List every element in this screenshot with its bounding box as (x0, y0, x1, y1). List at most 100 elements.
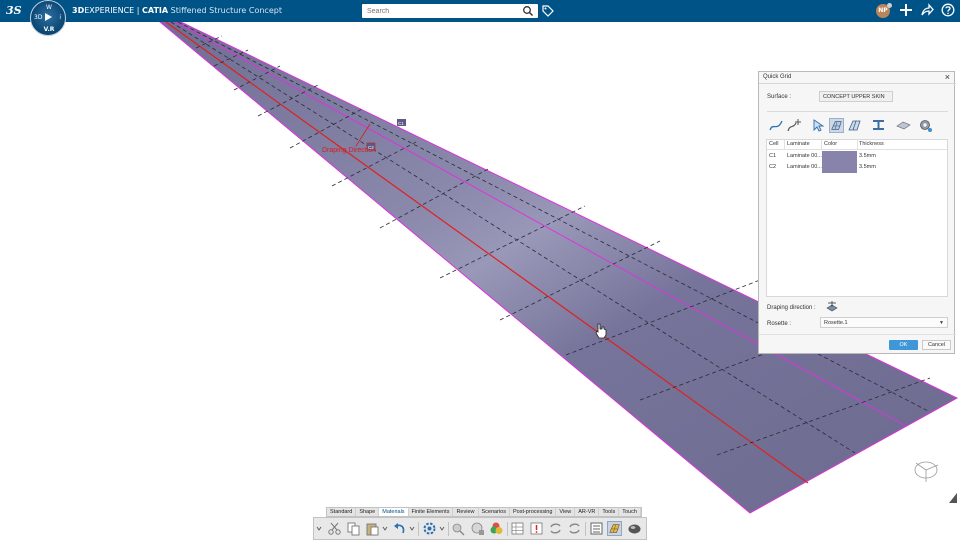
chevron-down-icon[interactable] (316, 521, 322, 536)
add-curve-icon[interactable] (787, 118, 802, 133)
dialog-title: Quick Grid (763, 74, 792, 80)
cell-color-swatch[interactable] (822, 162, 857, 173)
c2-label: C2 (368, 145, 374, 150)
ok-button[interactable]: OK (889, 340, 918, 350)
user-initials: NP (878, 7, 888, 14)
divider (759, 334, 956, 335)
tab-tools[interactable]: Tools (599, 508, 620, 516)
stiffener-icon[interactable] (871, 118, 886, 133)
table-row[interactable]: C1 Laminate 00... 3.5mm (767, 151, 947, 162)
update-gear-icon[interactable] (422, 521, 437, 536)
divider (767, 149, 947, 150)
chevron-down-icon[interactable]: ▼ (939, 318, 944, 328)
divider (448, 522, 449, 536)
copy-icon[interactable] (346, 521, 361, 536)
select-arrow-icon[interactable] (811, 118, 826, 133)
column-header-thickness[interactable]: Thickness (859, 141, 884, 147)
action-bar: Standard Shape Materials Finite Elements… (313, 507, 647, 540)
grid-surface-icon[interactable] (829, 118, 844, 133)
column-header-cell[interactable]: Cell (769, 141, 778, 147)
column-divider (784, 140, 785, 149)
cell-thickness[interactable]: 3.5mm (859, 153, 876, 159)
exclamation-table-icon[interactable] (529, 521, 544, 536)
paste-icon[interactable] (365, 521, 380, 536)
tab-post-processing[interactable]: Post-processing (510, 508, 557, 516)
curve-icon[interactable] (769, 118, 784, 133)
rosette-select[interactable]: Rosette.1 ▼ (820, 317, 948, 328)
delete-icon[interactable] (451, 521, 466, 536)
chevron-down-icon[interactable] (439, 521, 445, 536)
column-divider (821, 140, 822, 149)
compass-version: V.R (43, 26, 55, 33)
action-bar-icons (313, 517, 647, 540)
compass-widget[interactable]: W 3D i V.R (30, 0, 66, 36)
measure-icon[interactable] (470, 521, 485, 536)
tab-review[interactable]: Review (453, 508, 479, 516)
draping-direction-label: Draping direction : (767, 305, 816, 311)
quick-grid-icon[interactable] (607, 521, 622, 536)
table-row[interactable]: C2 Laminate 00... 3.5mm (767, 162, 947, 173)
material-color-icon[interactable] (489, 521, 504, 536)
cell-color-swatch[interactable] (822, 151, 857, 162)
tab-shape[interactable]: Shape (356, 508, 380, 516)
user-avatar[interactable]: NP (876, 3, 892, 18)
surface-field[interactable]: CONCEPT UPPER SKIN (819, 91, 893, 102)
divider (418, 522, 419, 536)
column-header-color[interactable]: Color (824, 141, 837, 147)
app-name: CATIA (142, 6, 169, 15)
app-module: Stiffened Structure Concept (170, 6, 282, 15)
split-surface-icon[interactable] (847, 118, 862, 133)
quick-grid-dialog: Quick Grid × Surface : CONCEPT UPPER SKI… (758, 71, 956, 354)
compass-play-icon[interactable] (45, 13, 52, 21)
tab-touch[interactable]: Touch (619, 508, 641, 516)
c1-label: C1 (398, 121, 404, 126)
notification-dot-icon (887, 3, 892, 8)
grid-table-icon[interactable] (510, 521, 525, 536)
dassault-logo-icon[interactable]: 3S (6, 2, 24, 20)
app-title: 3DEXPERIENCE | CATIA Stiffened Structure… (72, 0, 282, 22)
tab-scenarios[interactable]: Scenarios (479, 508, 510, 516)
help-icon[interactable] (941, 3, 955, 17)
refresh-icon[interactable] (567, 521, 582, 536)
chevron-down-icon[interactable] (382, 521, 388, 536)
cell-id: C2 (769, 164, 777, 170)
laminate-icon[interactable] (896, 118, 911, 133)
undo-icon[interactable] (392, 521, 407, 536)
search-icon[interactable] (522, 5, 534, 17)
tab-materials[interactable]: Materials (379, 508, 409, 516)
plus-icon[interactable] (899, 3, 913, 17)
render-sphere-icon[interactable] (627, 521, 642, 536)
app-separator: | (134, 6, 143, 15)
rosette-label: Rosette : (767, 321, 792, 327)
tab-standard[interactable]: Standard (327, 508, 357, 516)
column-header-laminate[interactable]: Laminate (787, 141, 810, 147)
divider (759, 83, 956, 84)
surface-label: Surface : (767, 94, 792, 100)
divider (585, 522, 586, 536)
close-icon[interactable]: × (945, 72, 950, 82)
tab-finite-elements[interactable]: Finite Elements (409, 508, 454, 516)
sync-icon[interactable] (548, 521, 563, 536)
cell-laminate[interactable]: Laminate 00... (787, 164, 822, 170)
draping-direction-icon[interactable] (825, 300, 839, 312)
tag-icon[interactable] (542, 5, 554, 17)
chevron-down-icon[interactable] (409, 521, 415, 536)
search-input[interactable] (362, 4, 517, 18)
share-icon[interactable] (920, 3, 934, 17)
cell-thickness[interactable]: 3.5mm (859, 164, 876, 170)
divider (767, 111, 948, 112)
cell-table[interactable]: Cell Laminate Color Thickness C1 Laminat… (766, 139, 948, 297)
divider (507, 522, 508, 536)
compass-top-label: W (46, 4, 52, 11)
cut-icon[interactable] (327, 521, 342, 536)
tab-ar-vr[interactable]: AR-VR (575, 508, 600, 516)
search-box[interactable] (362, 4, 538, 18)
brand-rest: EXPERIENCE (84, 6, 135, 15)
settings-gear-icon[interactable] (918, 118, 933, 133)
specification-tree-icon[interactable] (589, 521, 604, 536)
dialog-toolbar (765, 118, 951, 134)
cancel-button[interactable]: Cancel (922, 340, 951, 350)
compass-left-label: 3D (34, 14, 43, 21)
cell-laminate[interactable]: Laminate 00... (787, 153, 822, 159)
tab-view[interactable]: View (556, 508, 576, 516)
